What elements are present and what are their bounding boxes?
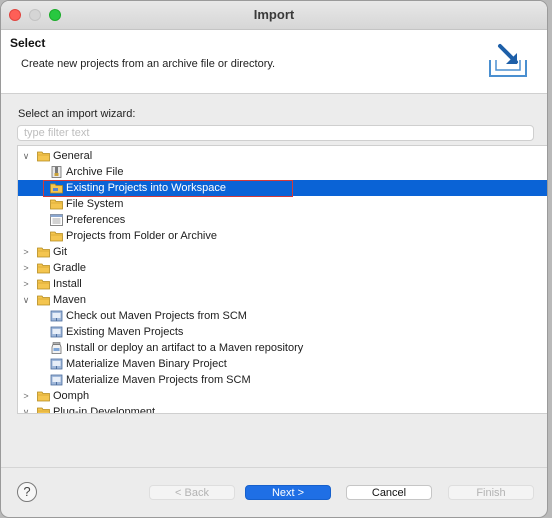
tree-item[interactable]: ∨ Maven — [18, 292, 547, 308]
tree-item[interactable]: Existing Projects into Workspace — [18, 180, 547, 196]
tree-item-label: Preferences — [66, 214, 126, 226]
tree-item-label: Git — [53, 246, 68, 258]
import-wizard-icon — [489, 44, 527, 77]
expand-chevron-icon[interactable]: > — [21, 260, 31, 276]
maven-icon — [50, 310, 63, 322]
window-title: Import — [253, 7, 295, 22]
tree-item[interactable]: Install or deploy an artifact to a Maven… — [18, 340, 547, 356]
tree-item-label: File System — [66, 198, 124, 210]
tree-item[interactable]: ∨ Plug-in Development — [18, 404, 547, 414]
archive-file-icon — [50, 166, 63, 178]
expand-chevron-icon[interactable]: > — [21, 276, 31, 292]
folder-icon — [50, 198, 63, 210]
tree-item[interactable]: Materialize Maven Binary Project — [18, 356, 547, 372]
tree-item[interactable]: Projects from Folder or Archive — [18, 228, 547, 244]
tree-item[interactable]: Archive File — [18, 164, 547, 180]
folder-icon — [37, 294, 50, 306]
maven-icon — [50, 358, 63, 370]
folder-icon — [37, 246, 50, 258]
tree-item[interactable]: > Gradle — [18, 260, 547, 276]
wizard-list-label: Select an import wizard: — [18, 108, 136, 120]
projects-folder-icon — [50, 182, 63, 194]
back-button[interactable]: < Back — [149, 485, 235, 500]
next-button[interactable]: Next > — [245, 485, 331, 500]
tree-item[interactable]: > Oomph — [18, 388, 547, 404]
tree-item-label: Existing Projects into Workspace — [66, 182, 226, 194]
folder-icon — [37, 150, 50, 162]
help-button[interactable]: ? — [17, 482, 37, 502]
wizard-header: Select Create new projects from an archi… — [1, 30, 547, 94]
tree-item-label: Install — [53, 278, 82, 290]
tree-item-label: Maven — [53, 294, 87, 306]
collapse-chevron-icon[interactable]: ∨ — [21, 404, 31, 413]
folder-icon — [37, 406, 50, 413]
tree-item-label: Check out Maven Projects from SCM — [66, 310, 247, 322]
tree-item-label: Existing Maven Projects — [66, 326, 184, 338]
expand-chevron-icon[interactable]: > — [21, 388, 31, 404]
folder-icon — [37, 262, 50, 274]
footer-divider — [1, 467, 547, 468]
import-dialog: Import Select Create new projects from a… — [0, 0, 548, 518]
tree-item-label: Materialize Maven Projects from SCM — [66, 374, 251, 386]
folder-icon — [37, 278, 50, 290]
tree-item-label: Oomph — [53, 390, 90, 402]
tree-item[interactable]: Materialize Maven Projects from SCM — [18, 372, 547, 388]
jar-icon — [50, 342, 63, 354]
tree-item-label: General — [53, 150, 93, 162]
tree-item-label: Plug-in Development — [53, 406, 156, 414]
maven-icon — [50, 326, 63, 338]
tree-item[interactable]: Preferences — [18, 212, 547, 228]
tree-item[interactable]: > Git — [18, 244, 547, 260]
tree-item-label: Archive File — [66, 166, 124, 178]
cancel-button[interactable]: Cancel — [346, 485, 432, 500]
tree-item-label: Projects from Folder or Archive — [66, 230, 217, 242]
tree-item[interactable]: ∨ General — [18, 148, 547, 164]
preferences-icon — [50, 214, 63, 226]
maven-icon — [50, 374, 63, 386]
page-title: Select — [10, 36, 46, 50]
filter-input[interactable] — [17, 125, 534, 141]
expand-chevron-icon[interactable]: > — [21, 244, 31, 260]
tree-item[interactable]: File System — [18, 196, 547, 212]
tree-item[interactable]: Existing Maven Projects — [18, 324, 547, 340]
folder-icon — [37, 390, 50, 402]
tree-item-label: Install or deploy an artifact to a Maven… — [66, 342, 304, 354]
wizard-tree[interactable]: ∨ General Archive File Existing Projects in… — [17, 145, 547, 414]
tree-item[interactable]: Check out Maven Projects from SCM — [18, 308, 547, 324]
tree-item[interactable]: > Install — [18, 276, 547, 292]
tree-item-label: Gradle — [53, 262, 87, 274]
collapse-chevron-icon[interactable]: ∨ — [21, 292, 31, 308]
folder-icon — [50, 230, 63, 242]
page-description: Create new projects from an archive file… — [21, 58, 276, 70]
finish-button[interactable]: Finish — [448, 485, 534, 500]
title-bar[interactable]: Import — [1, 1, 547, 30]
collapse-chevron-icon[interactable]: ∨ — [21, 148, 31, 164]
tree-item-label: Materialize Maven Binary Project — [66, 358, 227, 370]
